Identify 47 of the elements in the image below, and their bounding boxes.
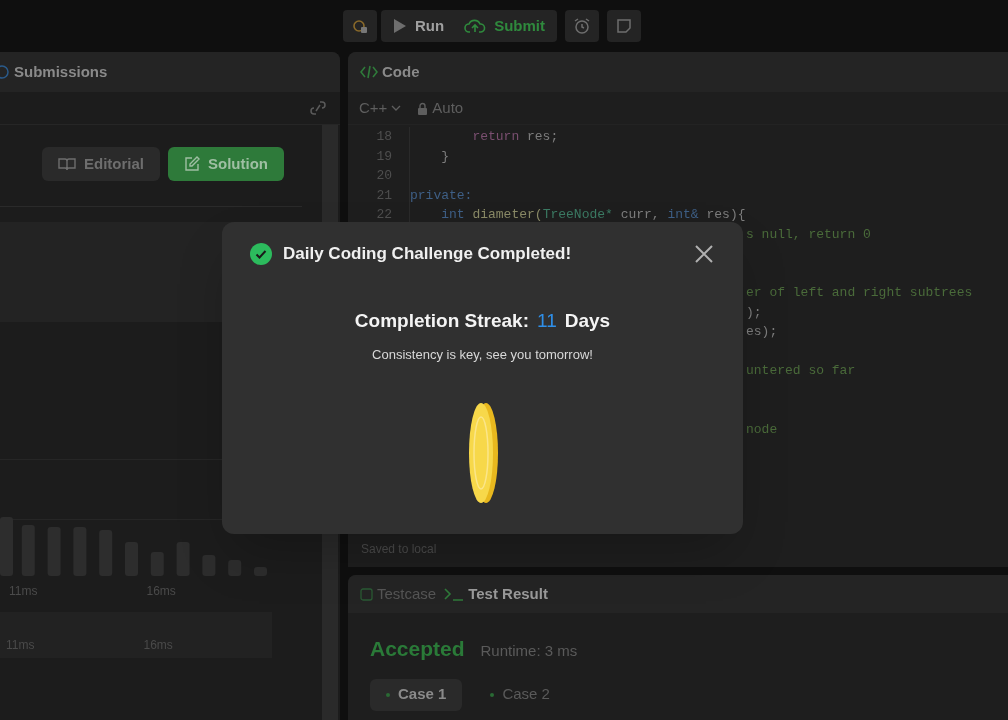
submit-button[interactable]: Submit <box>456 10 557 42</box>
code-tab[interactable]: Code <box>382 60 420 84</box>
case-tab[interactable]: Case 1 <box>370 678 463 711</box>
check-circle-icon <box>250 242 272 265</box>
debug-button[interactable] <box>343 10 377 42</box>
play-icon <box>393 18 407 34</box>
solution-button[interactable]: Solution <box>168 147 284 181</box>
code-line: return res; <box>471 128 559 146</box>
code-line: es); <box>746 323 778 341</box>
checkbox-icon <box>360 587 373 601</box>
dialog-message: Consistency is key, see you tomorrow! <box>372 346 593 364</box>
code-line: untered so far <box>746 362 856 380</box>
code-line: node <box>746 420 778 439</box>
runtime-text: Runtime: 3 ms <box>480 641 578 661</box>
cloud-upload-icon <box>464 18 487 34</box>
panel-tab[interactable]: Test Result <box>444 582 548 606</box>
mode-label: Auto <box>432 97 464 118</box>
chevron-down-icon <box>391 105 402 111</box>
lock-icon <box>417 101 429 115</box>
note-icon <box>616 18 632 34</box>
close-button[interactable] <box>693 242 715 265</box>
code-line: ); <box>746 303 762 322</box>
code-line: er of left and right subtrees <box>746 284 973 302</box>
coin-icon <box>466 400 499 505</box>
close-icon <box>695 244 713 263</box>
streak-unit: Days <box>564 308 611 333</box>
language-dropdown[interactable]: C++ <box>359 96 402 120</box>
verdict-text: Accepted <box>370 636 465 662</box>
timer-button[interactable] <box>565 10 599 42</box>
alarm-clock-icon <box>573 17 591 35</box>
notes-button[interactable] <box>607 10 641 42</box>
case-tab[interactable]: Case 2 <box>474 678 566 711</box>
code-line: s null, return 0 <box>746 225 871 244</box>
code-line: int diameter(TreeNode* curr, int& res){ <box>440 206 746 224</box>
dialog-title: Daily Coding Challenge Completed! <box>283 243 573 265</box>
streak-label: Completion Streak: <box>354 308 529 333</box>
terminal-icon <box>444 587 465 601</box>
book-icon <box>58 157 76 171</box>
code-brackets-icon <box>360 65 378 79</box>
code-line: private: <box>410 186 473 205</box>
editorial-button[interactable]: Editorial <box>42 147 160 181</box>
link-icon[interactable] <box>308 100 328 116</box>
edit-icon <box>184 156 200 172</box>
streak-count: 11 <box>537 308 557 333</box>
code-line: } <box>440 147 449 166</box>
submissions-tab[interactable]: Submissions <box>14 60 108 84</box>
run-button[interactable]: Run <box>381 10 457 42</box>
